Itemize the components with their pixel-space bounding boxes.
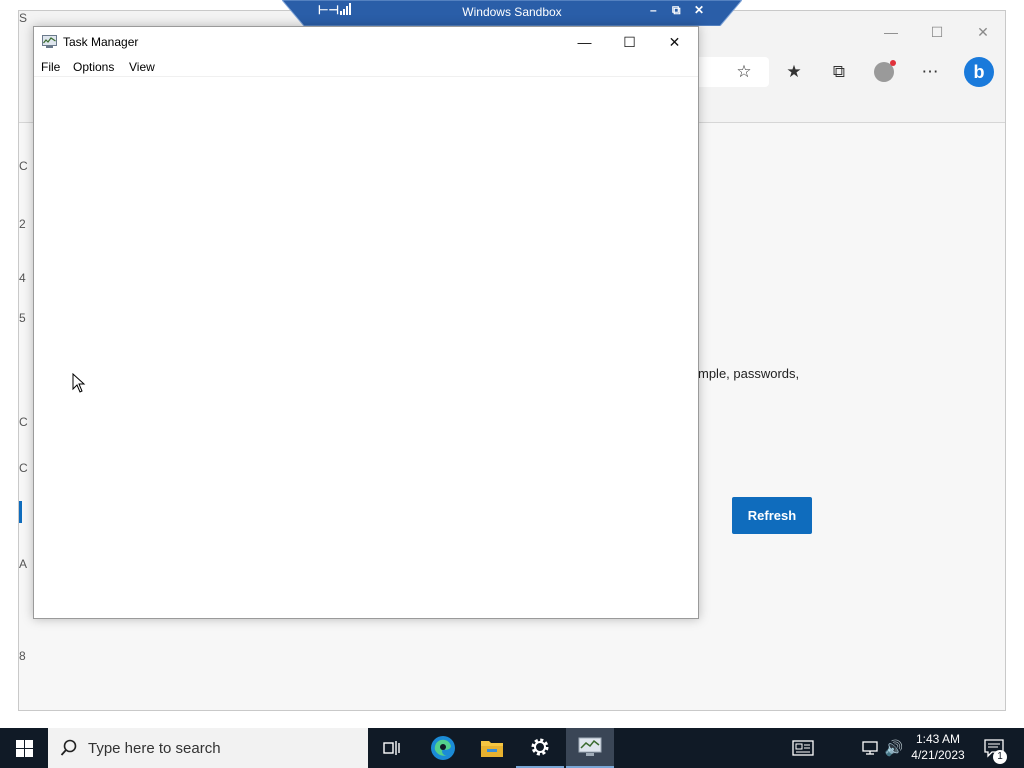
taskbar: Type here to search 🔊 1:43 AM 4/21/2023 … — [0, 728, 1024, 768]
side-glyph: 8 — [19, 649, 26, 663]
sandbox-minimize-icon[interactable]: – — [650, 3, 657, 17]
pin-icon[interactable]: ⊢⊣ — [318, 3, 339, 17]
bing-icon[interactable]: b — [962, 57, 996, 87]
edge-icon[interactable] — [419, 728, 467, 768]
browser-minimize-icon[interactable]: — — [869, 21, 913, 43]
clock-date: 4/21/2023 — [911, 748, 965, 762]
volume-icon[interactable]: 🔊 — [882, 728, 906, 768]
sandbox-connection-bar[interactable]: ⊢⊣ Windows Sandbox – ⧉ ✕ — [282, 0, 742, 26]
refresh-button[interactable]: Refresh — [732, 497, 812, 534]
search-icon — [60, 739, 77, 756]
browser-close-icon[interactable]: ✕ — [961, 21, 1005, 43]
tm-close-icon[interactable]: ✕ — [652, 27, 697, 57]
avatar — [874, 60, 896, 82]
menu-divider — [34, 76, 698, 77]
task-manager-taskbar-icon[interactable] — [566, 728, 614, 768]
task-view-icon[interactable] — [368, 728, 416, 768]
sandbox-restore-icon[interactable]: ⧉ — [672, 3, 681, 18]
menu-options[interactable]: Options — [73, 60, 114, 74]
task-manager-window[interactable]: Task Manager — ☐ ✕ File Options View — [33, 26, 699, 619]
menu-bar: File Options View — [34, 57, 698, 77]
network-icon[interactable] — [858, 728, 882, 768]
side-glyph: C — [19, 461, 28, 475]
windows-logo-icon — [15, 739, 33, 757]
clock-time: 1:43 AM — [915, 732, 961, 746]
file-explorer-icon[interactable] — [468, 728, 516, 768]
window-title: Task Manager — [63, 35, 139, 49]
favorites-icon[interactable]: ★ — [779, 57, 809, 87]
sandbox-close-icon[interactable]: ✕ — [694, 3, 704, 17]
collections-icon[interactable]: ⧉ — [824, 57, 854, 87]
notification-count-badge: 1 — [993, 750, 1007, 764]
task-manager-app-icon — [42, 35, 57, 48]
side-glyph: C — [19, 159, 28, 173]
notification-dot — [890, 60, 896, 66]
side-glyph: A — [19, 557, 28, 571]
side-glyph: 4 — [19, 271, 26, 285]
clock[interactable]: 1:43 AM 4/21/2023 — [904, 731, 972, 763]
page-text: mple, passwords, — [698, 366, 800, 381]
menu-view[interactable]: View — [129, 60, 155, 74]
side-glyph: 2 — [19, 217, 26, 231]
sandbox-title: Windows Sandbox — [462, 5, 562, 19]
tm-minimize-icon[interactable]: — — [562, 27, 607, 57]
menu-file[interactable]: File — [41, 60, 60, 74]
mouse-cursor-icon — [72, 373, 86, 393]
browser-maximize-icon[interactable]: ☐ — [915, 21, 959, 43]
side-glyph: C — [19, 415, 28, 429]
add-favorite-icon[interactable]: ☆ — [729, 57, 759, 87]
start-button[interactable] — [0, 728, 48, 768]
news-icon[interactable] — [786, 728, 820, 768]
taskbar-search-box[interactable]: Type here to search — [48, 728, 368, 768]
selected-nav-indicator — [19, 501, 22, 523]
tm-maximize-icon[interactable]: ☐ — [607, 27, 652, 57]
search-placeholder: Type here to search — [88, 739, 221, 757]
side-glyph: S — [19, 11, 28, 25]
profile-icon[interactable] — [869, 57, 899, 87]
more-icon[interactable]: ⋯ — [915, 57, 945, 87]
task-manager-titlebar[interactable]: Task Manager — ☐ ✕ — [34, 27, 698, 57]
side-glyph: 5 — [19, 311, 26, 325]
settings-icon[interactable] — [516, 728, 564, 768]
